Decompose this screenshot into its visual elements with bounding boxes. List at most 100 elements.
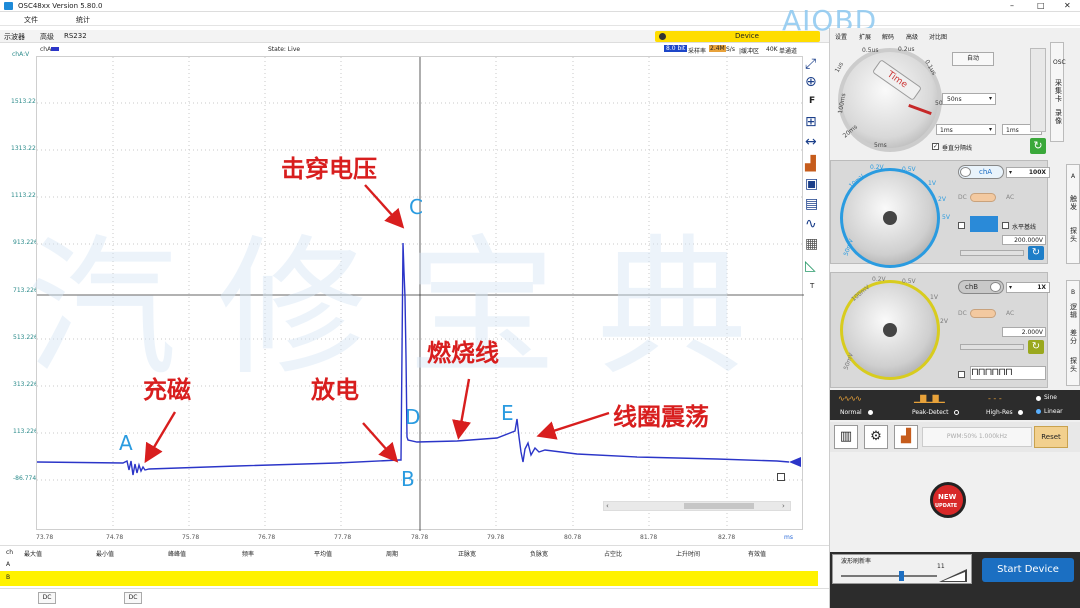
vtab-logic[interactable]: 逻辑 [1070, 303, 1078, 319]
vtab-capture[interactable]: 采集卡 [1055, 79, 1062, 103]
save-icon[interactable]: ▣ [805, 176, 818, 192]
cha-invert-checkbox[interactable] [958, 222, 965, 229]
radio-hires[interactable] [1018, 410, 1023, 415]
refresh-rate-thumb[interactable] [899, 571, 904, 581]
chb-toggle[interactable]: chB [958, 280, 1004, 294]
x-tick: 79.78 [487, 534, 505, 541]
screenshot-icon[interactable]: ▤ [805, 196, 818, 212]
scroll-thumb[interactable] [684, 503, 754, 509]
logic-wave-icon[interactable]: ⊓⊓⊓⊓⊓⊓ [970, 366, 1046, 380]
tab-rs232[interactable]: RS232 [64, 32, 87, 40]
waveform-plot[interactable]: 汽 修 宝 典 击穿电压 充磁 放电 燃烧线 线圈震荡 A B C D E ‹ … [27, 56, 804, 531]
start-device-button[interactable]: Start Device [982, 558, 1074, 582]
radio-normal[interactable] [868, 410, 873, 415]
cha-scale-label: 1V [928, 180, 936, 187]
sample-rate-label: 采样率 [688, 48, 707, 55]
coupling-dc-a[interactable]: DC [38, 592, 56, 604]
cha-offset-input[interactable]: 200.000V [1002, 235, 1046, 245]
new-update-badge[interactable]: NEW UPDATE [930, 482, 966, 518]
tab-advanced-r[interactable]: 高级 [906, 32, 918, 41]
tab-decode[interactable]: 解码 [882, 32, 894, 41]
settings-gear-icon[interactable]: ⚙ [864, 425, 888, 449]
cha-coupling-toggle[interactable] [970, 193, 996, 202]
scroll-left-icon[interactable]: ‹ [606, 502, 609, 510]
reset-button[interactable]: Reset [1034, 426, 1068, 448]
logic-checkbox[interactable] [958, 371, 965, 378]
tab-settings[interactable]: 设置 [835, 32, 847, 41]
scroll-right-icon[interactable]: › [782, 502, 785, 510]
acq-peak[interactable]: Peak-Detect [912, 409, 948, 416]
cha-wave-icon[interactable] [970, 216, 998, 232]
timebase-select[interactable]: 50ns ▾ [942, 93, 996, 105]
measure-row-a[interactable]: A [0, 559, 830, 571]
maximize-button[interactable]: □ [1037, 1, 1045, 10]
tab-extend[interactable]: 扩展 [859, 32, 871, 41]
zoom-box-checkbox[interactable] [777, 473, 785, 481]
vtab-group-top: OSC 采集卡 录像 [1050, 42, 1066, 142]
radio-peak[interactable] [954, 410, 959, 415]
vtab-trigger[interactable]: 触发 [1070, 195, 1078, 211]
cha-toggle-label: chA [979, 168, 993, 176]
vtab-record[interactable]: 录像 [1055, 109, 1062, 125]
grid-icon[interactable]: ⊞ [805, 114, 817, 130]
wave-sine[interactable]: Sine [1044, 394, 1057, 401]
h-scrollbar[interactable]: ‹ › [603, 501, 791, 511]
fft-icon[interactable]: ▟ [894, 425, 918, 449]
close-button[interactable]: ✕ [1064, 1, 1071, 10]
vtab-a[interactable]: A [1071, 173, 1075, 180]
wave-icon[interactable]: ∿ [805, 216, 817, 232]
chb-ac-label: AC [1006, 310, 1015, 317]
f-icon[interactable]: F [809, 96, 815, 106]
refresh-icon[interactable]: ↻ [1030, 138, 1046, 154]
time-slider[interactable] [1030, 48, 1046, 132]
acq-hires[interactable]: High-Res [986, 409, 1013, 416]
baseline-checkbox[interactable] [1002, 222, 1009, 229]
vtab-diff[interactable]: 差分 [1070, 329, 1078, 345]
menu-stats[interactable]: 统计 [76, 15, 90, 25]
badge-new: NEW [938, 493, 957, 501]
minimize-button[interactable]: – [1010, 1, 1014, 10]
tab-compare[interactable]: 对比图 [929, 32, 947, 41]
t-icon[interactable]: T [810, 282, 814, 290]
menu-file[interactable]: 文件 [24, 15, 38, 25]
cursor-icon[interactable]: ↔ [805, 134, 817, 150]
chb-offset-slider[interactable] [960, 344, 1024, 350]
chb-probe-select[interactable]: ▾ 1X [1006, 282, 1050, 293]
timebase-value: 50ns [947, 96, 962, 103]
pwm-output[interactable]: PWM:50% 1.000kHz [922, 427, 1032, 447]
tab-oscilloscope[interactable]: 示波器 [4, 32, 25, 42]
acq-normal[interactable]: Normal [840, 409, 862, 416]
time-select-1[interactable]: 1ms ▾ [936, 124, 996, 135]
chb-coupling-toggle[interactable] [970, 309, 996, 318]
chevron-down-icon: ▾ [1009, 284, 1013, 291]
vtab-probe-b[interactable]: 探头 [1070, 357, 1078, 373]
cha-offset-slider[interactable] [960, 250, 1024, 256]
vtab-b[interactable]: B [1071, 289, 1075, 296]
auto-button[interactable]: 自动 [952, 52, 994, 66]
cha-probe-select[interactable]: ▾ 100X [1006, 167, 1050, 178]
fullscreen-icon[interactable]: ⤢ [805, 56, 816, 72]
zoom-icon[interactable]: ⊕ [805, 74, 817, 90]
meas-col: 负脉宽 [530, 551, 549, 558]
grid-checkbox[interactable]: ✓ [932, 143, 939, 150]
radio-sine[interactable] [1036, 396, 1041, 401]
chb-refresh-icon[interactable]: ↻ [1028, 340, 1044, 354]
measure-row-b[interactable]: B [0, 571, 818, 586]
vtab-osc[interactable]: OSC [1053, 59, 1066, 66]
table-icon[interactable]: ▦ [805, 236, 818, 252]
radio-linear[interactable] [1036, 409, 1041, 414]
tab-advanced[interactable]: 高级 [40, 32, 54, 42]
spectrum-icon[interactable]: ▟ [805, 156, 816, 172]
refresh-rate-slider[interactable] [841, 575, 937, 577]
cha-toggle[interactable]: chA [958, 165, 1004, 179]
coupling-dc-b[interactable]: DC [124, 592, 142, 604]
ruler-icon[interactable]: ◺ [805, 258, 816, 274]
vtab-probe-a[interactable]: 探头 [1070, 227, 1078, 243]
histogram-icon[interactable]: ▥ [834, 425, 858, 449]
cha-refresh-icon[interactable]: ↻ [1028, 246, 1044, 260]
meas-col: 周期 [386, 551, 399, 558]
trigger-marker-icon[interactable] [789, 457, 801, 467]
row-label: B [6, 574, 11, 581]
wave-linear[interactable]: Linear [1044, 408, 1063, 415]
chb-offset-input[interactable]: 2.000V [1002, 327, 1046, 337]
